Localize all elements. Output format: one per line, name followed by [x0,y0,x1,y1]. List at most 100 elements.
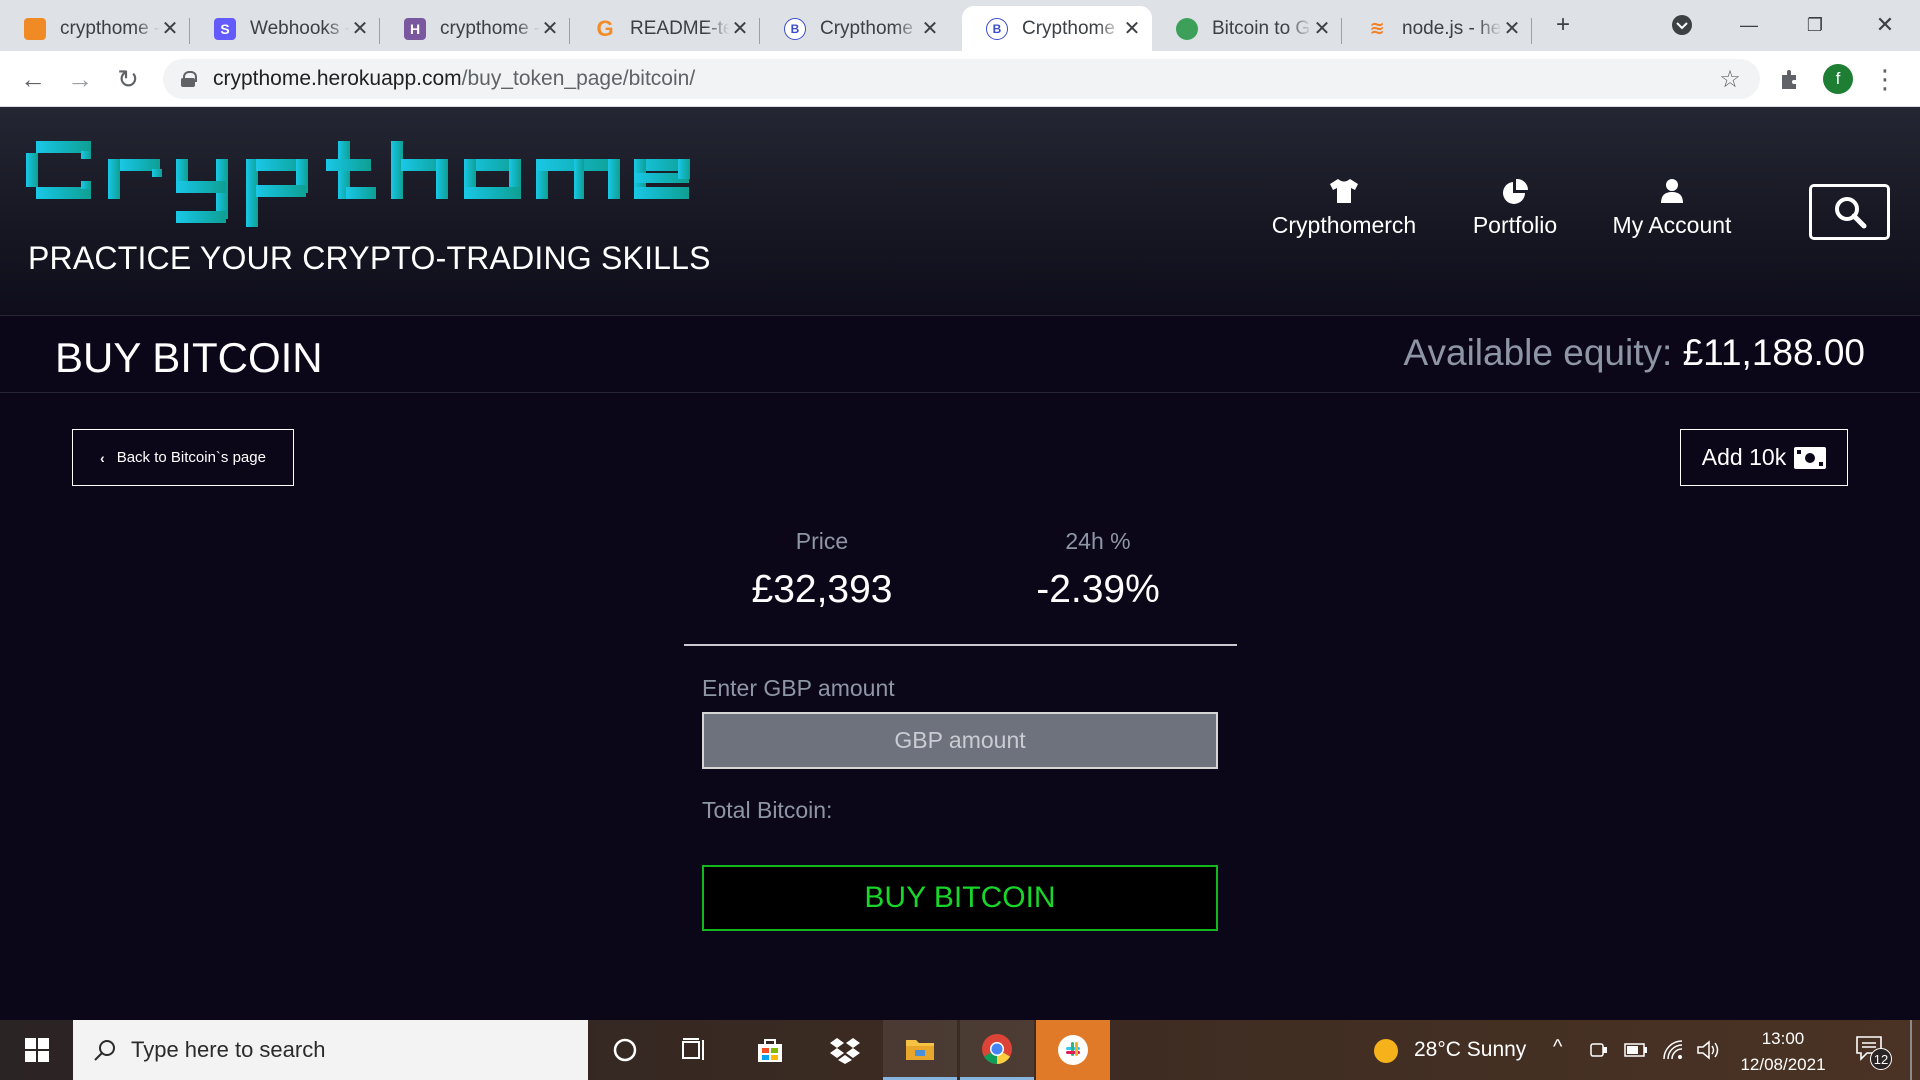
site-header: PRACTICE YOUR CRYPTO-TRADING SKILLS Cryp… [0,107,1920,316]
page-title-bar: BUY BITCOIN Available equity: £11,188.00 [0,316,1920,393]
search-button[interactable] [1809,184,1890,240]
close-icon[interactable]: ✕ [160,16,180,41]
buy-bitcoin-button[interactable]: BUY BITCOIN [702,865,1218,931]
browser-tab[interactable]: H crypthome - ✕ [380,6,570,51]
box-icon [24,17,46,40]
tab-title: crypthome - [60,17,160,39]
file-explorer-icon[interactable] [883,1020,957,1080]
close-icon[interactable]: ✕ [730,16,750,41]
nav-label: My Account [1612,212,1732,238]
back-to-token-button[interactable]: ‹ Back to Bitcoin`s page [72,429,294,486]
gbp-amount-input[interactable] [702,712,1218,769]
wifi-icon[interactable] [1662,1039,1684,1061]
close-icon[interactable]: ✕ [540,16,560,41]
nav-portfolio[interactable]: Portfolio [1462,178,1568,239]
heroku-icon: H [404,17,426,40]
extensions-icon[interactable] [1773,63,1807,95]
tshirt-icon [1330,179,1358,203]
taskbar-search-input[interactable]: Type here to search [73,1020,588,1080]
browser-tab[interactable]: Bitcoin to G ✕ [1152,6,1342,51]
meet-now-icon[interactable] [1590,1040,1608,1060]
show-desktop-strip[interactable] [1910,1020,1912,1080]
change-24h-label: 24h % [1065,528,1131,554]
close-icon[interactable]: ✕ [1502,16,1522,41]
back-button-label: Back to Bitcoin`s page [116,449,266,466]
total-bitcoin-label: Total Bitcoin: [702,797,833,823]
search-icon [1834,197,1866,229]
chevron-left-icon: ‹ [100,449,105,466]
add-10k-button[interactable]: Add 10k [1680,429,1848,486]
browser-tab[interactable]: crypthome - ✕ [0,6,190,51]
price-label: Price [795,528,849,554]
user-icon [1661,179,1683,203]
address-bar[interactable]: crypthome.herokuapp.com/buy_token_page/b… [163,59,1760,99]
available-equity: Available equity: £11,188.00 [1404,332,1866,374]
new-tab-icon[interactable]: + [1548,10,1578,40]
profile-avatar[interactable]: f [1823,64,1853,94]
dropbox-icon[interactable] [808,1020,882,1080]
clock-time: 13:00 [1761,1029,1805,1048]
microsoft-store-icon[interactable] [733,1020,807,1080]
cortana-icon[interactable] [588,1020,662,1080]
tab-title: Crypthome [1022,17,1115,39]
search-icon [94,1040,115,1061]
url-path: /buy_token_page/bitcoin/ [461,67,696,90]
window-close-icon[interactable]: ✕ [1870,10,1900,40]
equity-value: £11,188.00 [1682,332,1865,373]
change-24h-value: -2.39% [1036,568,1160,611]
tab-title: Webhooks - [250,17,350,39]
divider [684,644,1237,646]
bitcoin-b-icon: B [986,17,1008,40]
browser-tab[interactable]: ≋ node.js - he ✕ [1342,6,1532,51]
windows-taskbar: Type here to search 28°C Sunny ^ 13:00 1… [0,1020,1920,1080]
windows-start-icon[interactable] [0,1020,74,1080]
clock-date: 12/08/2021 [1740,1055,1826,1074]
minimize-icon[interactable]: — [1734,10,1764,40]
slack-icon[interactable] [1036,1020,1110,1080]
browser-tab[interactable]: G README-te ✕ [570,6,760,51]
forward-arrow-icon[interactable]: → [63,63,97,95]
close-icon[interactable]: ✕ [350,16,370,41]
bitcoin-b-icon: B [784,17,806,40]
back-arrow-icon[interactable]: ← [16,63,50,95]
volume-icon[interactable] [1696,1040,1720,1060]
taskbar-search-placeholder: Type here to search [131,1037,326,1062]
equity-label: Available equity: [1403,332,1683,373]
nav-crypthomerch[interactable]: Crypthomerch [1266,178,1422,239]
tab-title: Bitcoin to G [1212,17,1311,39]
system-clock[interactable]: 13:00 12/08/2021 [1728,1026,1838,1078]
close-icon[interactable]: ✕ [1122,16,1142,41]
browser-tab-active[interactable]: B Crypthome ✕ [962,6,1152,51]
crypthome-logo[interactable] [26,141,696,232]
browser-tab-strip: crypthome - ✕ S Webhooks - ✕ H crypthome… [0,0,1920,51]
stripe-icon: S [214,17,236,40]
money-bill-icon [1794,446,1827,469]
gitpod-icon: G [596,15,614,41]
battery-icon[interactable] [1624,1043,1648,1057]
close-icon[interactable]: ✕ [1312,16,1332,41]
close-icon[interactable]: ✕ [920,16,940,41]
nav-my-account[interactable]: My Account [1604,178,1740,239]
show-hidden-icons-icon[interactable]: ^ [1553,1036,1562,1059]
bookmark-star-icon[interactable]: ☆ [1713,63,1747,95]
nav-label: Crypthomerch [1271,212,1417,238]
tab-title: README-te [630,17,730,39]
tab-title: crypthome - [440,17,540,39]
chrome-menu-icon[interactable]: ⋮ [1868,63,1902,95]
stackoverflow-icon: ≋ [1369,18,1385,38]
browser-toolbar: ← → ↻ crypthome.herokuapp.com/buy_token_… [0,51,1920,107]
reload-icon[interactable]: ↻ [111,63,145,95]
restore-icon[interactable]: ❐ [1800,10,1830,40]
task-view-icon[interactable] [658,1020,732,1080]
weather-text[interactable]: 28°C Sunny [1414,1038,1526,1062]
browser-tab[interactable]: B Crypthome ✕ [760,6,950,51]
tab-title: Crypthome [820,17,913,39]
browser-tab[interactable]: S Webhooks - ✕ [190,6,380,51]
add-button-label: Add 10k [1701,444,1787,470]
chrome-icon[interactable] [960,1020,1034,1080]
nav-label: Portfolio [1472,212,1558,238]
notification-center-icon[interactable]: 12 [1854,1034,1892,1070]
tab-search-icon[interactable] [1667,10,1697,40]
site-tagline: PRACTICE YOUR CRYPTO-TRADING SKILLS [28,240,711,276]
tab-title: node.js - he [1402,17,1502,39]
